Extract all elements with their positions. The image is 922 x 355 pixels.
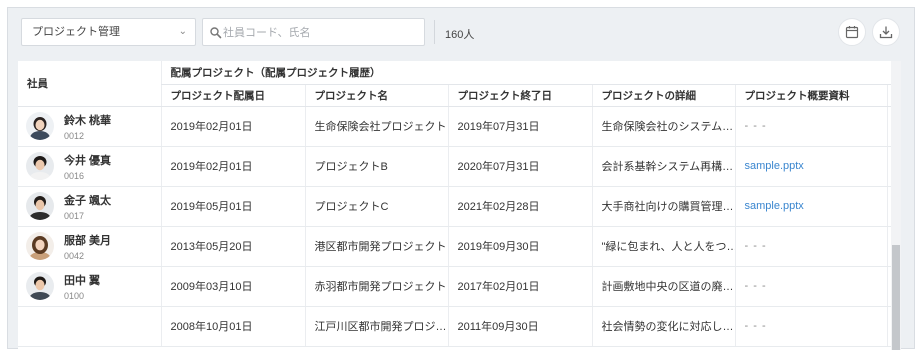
project-name-cell: プロジェクトB [304, 146, 448, 187]
search-input[interactable] [223, 23, 419, 42]
project-doc-cell: - - - [734, 226, 888, 267]
employee-name: 服部 美月 [64, 234, 112, 247]
employee-cell: 田中 翼 0100 [18, 266, 161, 307]
search-box[interactable] [202, 18, 425, 46]
avatar [26, 192, 54, 220]
header-project-detail[interactable]: プロジェクトの詳細 [591, 84, 735, 107]
project-name-cell: 赤羽都市開発プロジェクト [304, 266, 448, 307]
avatar [26, 112, 54, 140]
search-icon [210, 27, 222, 39]
employee-id: 0012 [64, 130, 85, 141]
avatar [26, 152, 54, 180]
vertical-scrollbar[interactable] [891, 61, 901, 350]
employee-id: 0100 [64, 290, 85, 301]
header-project-name[interactable]: プロジェクト名 [304, 84, 448, 107]
assign-date-cell: 2019年05月01日 [160, 186, 305, 227]
avatar [26, 232, 54, 260]
end-date-cell: 2021年02月28日 [447, 186, 592, 227]
download-icon [879, 26, 893, 39]
employee-name: 鈴木 桃華 [64, 114, 112, 127]
assign-date-cell: 2013年05月20日 [160, 226, 305, 267]
header-assigned-projects: 配属プロジェクト（配属プロジェクト履歴） [160, 61, 888, 85]
employee-project-table: 社員 配属プロジェクト（配属プロジェクト履歴） 行 プロジェクト配属日 プロジェ… [18, 61, 891, 350]
table-row[interactable]: 金子 颯太 0017 2019年05月01日 プロジェクトC 2021年02月2… [18, 186, 891, 227]
employee-id: 0016 [64, 170, 85, 181]
employee-name: 金子 颯太 [64, 194, 112, 207]
assign-date-cell: 2008年10月01日 [160, 306, 305, 347]
header-project-doc[interactable]: プロジェクト概要資料 [734, 84, 888, 107]
employee-cell: 今井 優真 0016 [18, 146, 161, 187]
end-date-cell: 2017年02月01日 [447, 266, 592, 307]
end-date-cell: 2011年09月30日 [447, 306, 592, 347]
scrollbar-thumb[interactable] [892, 245, 900, 350]
project-detail-cell: "緑に包まれ、人と人をつ… [591, 226, 735, 267]
avatar [26, 272, 54, 300]
category-select[interactable]: プロジェクト管理 ⌄ [21, 18, 196, 46]
project-detail-cell: 大手商社向けの購買管理… [591, 186, 735, 227]
project-doc-link[interactable]: sample.pptx [734, 146, 888, 187]
project-name-cell: プロジェクトC [304, 186, 448, 227]
calendar-icon [845, 26, 859, 39]
employee-count: 160人 [445, 29, 475, 41]
category-select-value: プロジェクト管理 [32, 26, 120, 38]
employee-id: 0017 [64, 210, 85, 221]
header-end-date[interactable]: プロジェクト終了日 [447, 84, 592, 107]
employee-cell: 服部 美月 0042 [18, 226, 161, 267]
project-doc-cell: - - - [734, 306, 888, 347]
toolbar-divider [434, 20, 435, 44]
table-row[interactable]: 鈴木 桃華 0012 2019年02月01日 生命保険会社プロジェクト 2019… [18, 106, 891, 147]
project-name-cell: 生命保険会社プロジェクト [304, 106, 448, 147]
project-doc-cell: - - - [734, 106, 888, 147]
table-row[interactable]: 田中 翼 0100 2009年03月10日 赤羽都市開発プロジェクト 2017年… [18, 266, 891, 307]
table-row[interactable]: 今井 優真 0016 2019年02月01日 プロジェクトB 2020年07月3… [18, 146, 891, 187]
end-date-cell: 2020年07月31日 [447, 146, 592, 187]
chevron-down-icon: ⌄ [178, 26, 187, 37]
employee-name: 田中 翼 [64, 274, 101, 287]
end-date-cell: 2019年09月30日 [447, 226, 592, 267]
app-frame: プロジェクト管理 ⌄ 160人 [7, 7, 915, 350]
project-doc-link[interactable]: sample.pptx [734, 186, 888, 227]
assign-date-cell: 2009年03月10日 [160, 266, 305, 307]
header-assign-date[interactable]: プロジェクト配属日 [160, 84, 305, 107]
project-detail-cell: 社会情勢の変化に対応し… [591, 306, 735, 347]
project-name-cell: 江戸川区都市開発プロジ… [304, 306, 448, 347]
employee-cell: 鈴木 桃華 0012 [18, 106, 161, 147]
project-doc-cell: - - - [734, 266, 888, 307]
assign-date-cell: 2019年02月01日 [160, 146, 305, 187]
end-date-cell: 2019年07月31日 [447, 106, 592, 147]
project-detail-cell: 会計系基幹システム再構… [591, 146, 735, 187]
employee-name: 今井 優真 [64, 154, 112, 167]
toolbar: プロジェクト管理 ⌄ 160人 [8, 8, 914, 60]
assign-date-cell: 2019年02月01日 [160, 106, 305, 147]
table-row[interactable]: 服部 美月 0042 2013年05月20日 港区都市開発プロジェクト 2019… [18, 226, 891, 267]
project-name-cell: 港区都市開発プロジェクト [304, 226, 448, 267]
employee-id: 0042 [64, 250, 85, 261]
project-detail-cell: 生命保険会社のシステム… [591, 106, 735, 147]
employee-cell [18, 306, 161, 347]
project-detail-cell: 計画敷地中央の区道の廃… [591, 266, 735, 307]
table-row[interactable]: 2008年10月01日 江戸川区都市開発プロジ… 2011年09月30日 社会情… [18, 306, 891, 347]
header-employee: 社員 [18, 61, 161, 107]
download-button[interactable] [872, 18, 900, 46]
calendar-button[interactable] [838, 18, 866, 46]
employee-cell: 金子 颯太 0017 [18, 186, 161, 227]
